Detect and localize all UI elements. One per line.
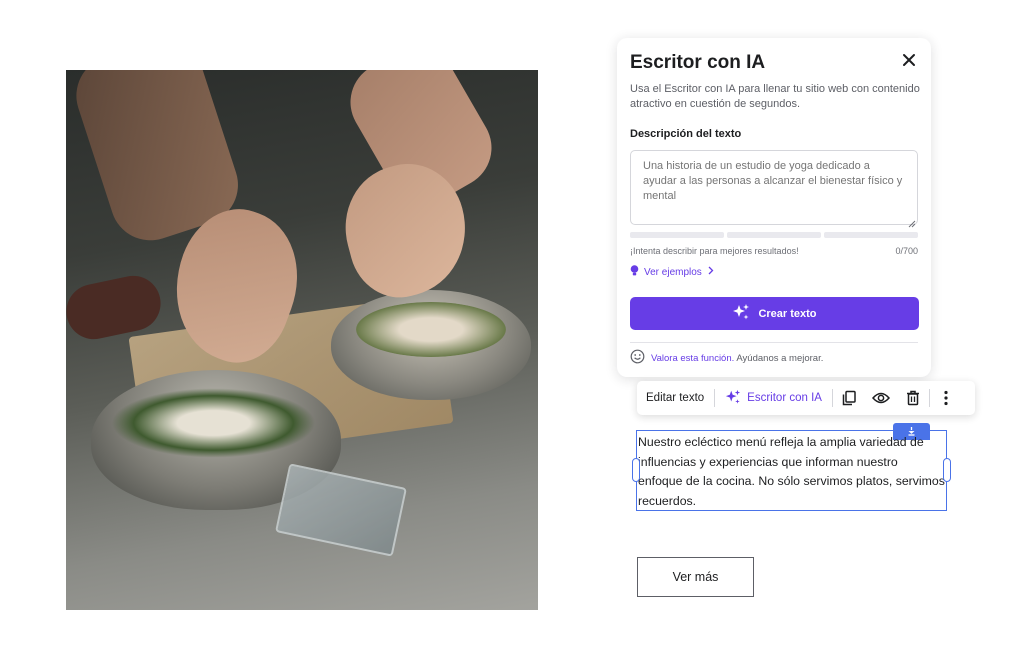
ai-writer-label: Escritor con IA [747,392,822,404]
ai-writer-button[interactable]: Escritor con IA [715,381,832,415]
element-toolbar: Editar texto Escritor con IA [637,381,975,415]
divider [630,342,918,343]
duplicate-icon[interactable] [833,381,865,415]
eye-icon[interactable] [865,381,897,415]
glass-tray [275,463,407,557]
smiley-icon [630,349,645,367]
char-counter: 0/700 [895,246,918,256]
create-text-label: Crear texto [758,307,817,320]
resize-handle-left[interactable] [632,458,640,482]
progress-segment [824,232,918,238]
paragraph-text: Nuestro ecléctico menú refleja la amplia… [638,435,945,508]
panel-description: Usa el Escritor con IA para llenar tu si… [630,83,920,110]
hero-photo [66,70,538,610]
sparkle-icon [725,389,741,408]
hint-text: ¡Intenta describir para mejores resultad… [630,246,799,256]
trash-icon[interactable] [897,381,929,415]
feedback-row: Valora esta función. Ayúdanos a mejorar. [630,349,823,367]
close-icon[interactable] [901,52,917,68]
edit-text-button[interactable]: Editar texto [637,381,714,415]
selected-text-block[interactable]: Nuestro ecléctico menú refleja la amplia… [632,430,951,511]
panel-title: Escritor con IA [630,52,766,73]
bulb-icon [630,265,639,279]
create-text-button[interactable]: Crear texto [630,297,919,330]
see-more-button[interactable]: Ver más [637,557,754,597]
chevron-right-icon [707,266,714,278]
field-label: Descripción del texto [630,128,742,140]
progress-segment [727,232,821,238]
back-bowl-food [356,302,506,357]
length-progress [630,232,918,238]
examples-label: Ver ejemplos [644,266,702,278]
text-description-input[interactable] [630,150,918,225]
rate-feature-link[interactable]: Valora esta función. [651,353,734,364]
front-bowl-food [111,388,316,458]
resize-handle-right[interactable] [943,458,951,482]
feedback-text: Ayúdanos a mejorar. [736,352,824,364]
examples-link[interactable]: Ver ejemplos [630,265,714,279]
ai-writer-panel: Escritor con IA Usa el Escritor con IA p… [617,38,931,377]
resize-grip-icon[interactable] [908,215,916,228]
more-vertical-icon[interactable] [930,381,962,415]
progress-segment [630,232,724,238]
sparkle-icon [732,303,750,324]
